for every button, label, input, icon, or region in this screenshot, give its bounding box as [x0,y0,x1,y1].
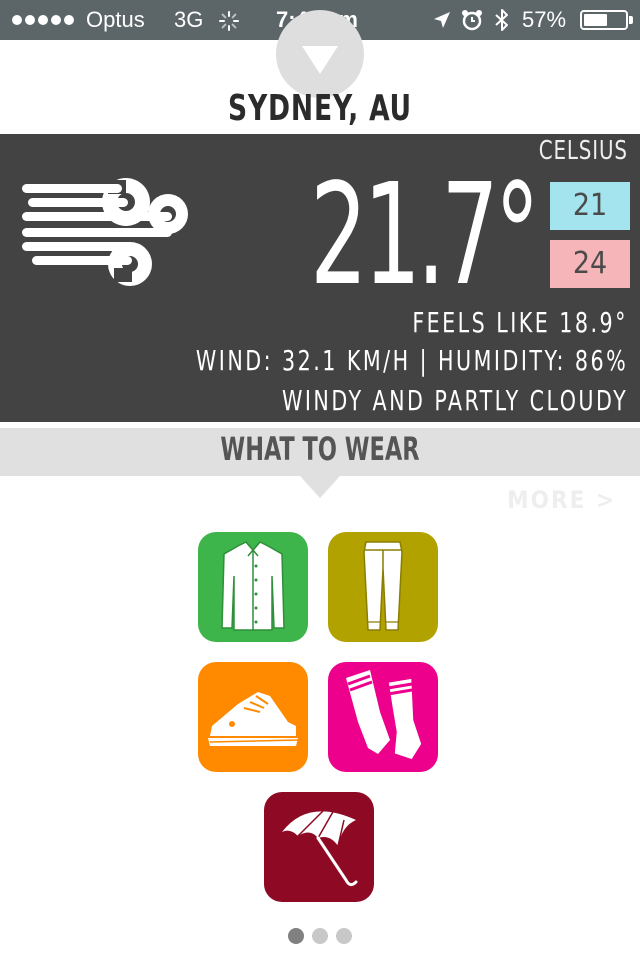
shirt-tile[interactable] [198,532,308,642]
wind-icon [22,178,188,286]
pants-icon [363,541,403,631]
sneaker-icon [208,692,299,746]
sneaker-tile[interactable] [198,662,308,772]
min-temperature: 21 [550,182,630,230]
carrier-label: Optus [86,7,145,32]
chevron-down-icon[interactable] [302,46,338,74]
network-label: 3G [174,7,204,32]
alarm-clock-icon [462,10,482,31]
city-title[interactable]: SYDNEY, AU [58,88,583,129]
battery-percent: 57% [522,7,567,32]
current-temperature: 21.7° [310,154,540,317]
socks-tile[interactable] [328,662,438,772]
socks-icon [346,670,423,761]
battery-icon [580,10,628,30]
location-arrow-icon [434,12,450,28]
signal-dot [51,15,61,25]
more-button[interactable]: MORE > [507,486,616,514]
bluetooth-icon [495,9,508,31]
page-dot-active[interactable] [288,928,304,944]
pants-tile[interactable] [328,532,438,642]
battery-level [584,14,607,26]
page-dot[interactable] [312,928,328,944]
signal-dot [38,15,48,25]
signal-dot [64,15,74,25]
pointer-triangle [300,476,340,498]
condition-text: WINDY AND PARTLY CLOUDY [281,384,628,417]
what-to-wear-title: WHAT TO WEAR [220,430,420,468]
umbrella-icon [282,809,358,887]
umbrella-tile[interactable] [264,792,374,902]
unit-toggle[interactable]: CELSIUS [539,136,628,166]
activity-spinner-icon [219,11,239,31]
page-dot[interactable] [336,928,352,944]
shirt-icon [221,541,285,631]
feels-like-text: FEELS LIKE 18.9° [412,306,628,339]
wind-humidity-text: WIND: 32.1 KM/H | HUMIDITY: 86% [195,344,628,377]
signal-dot [12,15,22,25]
max-temperature: 24 [550,240,630,288]
battery-tip [629,16,633,24]
signal-dot [25,15,35,25]
